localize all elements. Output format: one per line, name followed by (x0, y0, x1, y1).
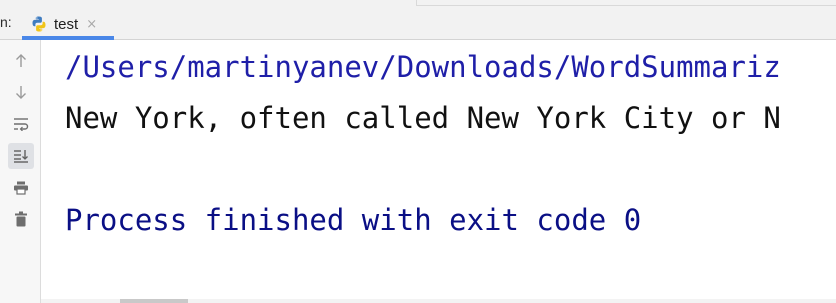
console-exit-line: Process finished with exit code 0 (65, 203, 642, 237)
up-arrow-icon[interactable] (8, 48, 34, 74)
tab-bar-divider (416, 0, 836, 6)
soft-wrap-icon[interactable] (8, 111, 34, 137)
print-icon[interactable] (8, 175, 34, 201)
scrollbar-thumb[interactable] (120, 299, 188, 303)
tab-label: test (54, 15, 79, 33)
run-tool-window: n: test × /Users/martinyanev/Downloads/W… (0, 0, 836, 303)
console-output-line: New York, often called New York City or … (65, 101, 781, 135)
python-file-icon (30, 15, 48, 33)
trash-icon[interactable] (8, 206, 34, 232)
run-label: n: (0, 14, 12, 30)
run-tab-bar (0, 0, 836, 40)
console-toolbar (0, 40, 41, 303)
console-path-line[interactable]: /Users/martinyanev/Downloads/WordSummari… (65, 50, 781, 84)
console-output[interactable]: /Users/martinyanev/Downloads/WordSummari… (41, 40, 836, 300)
down-arrow-icon[interactable] (8, 79, 34, 105)
close-icon[interactable]: × (86, 17, 97, 32)
scroll-to-end-icon[interactable] (8, 143, 34, 169)
